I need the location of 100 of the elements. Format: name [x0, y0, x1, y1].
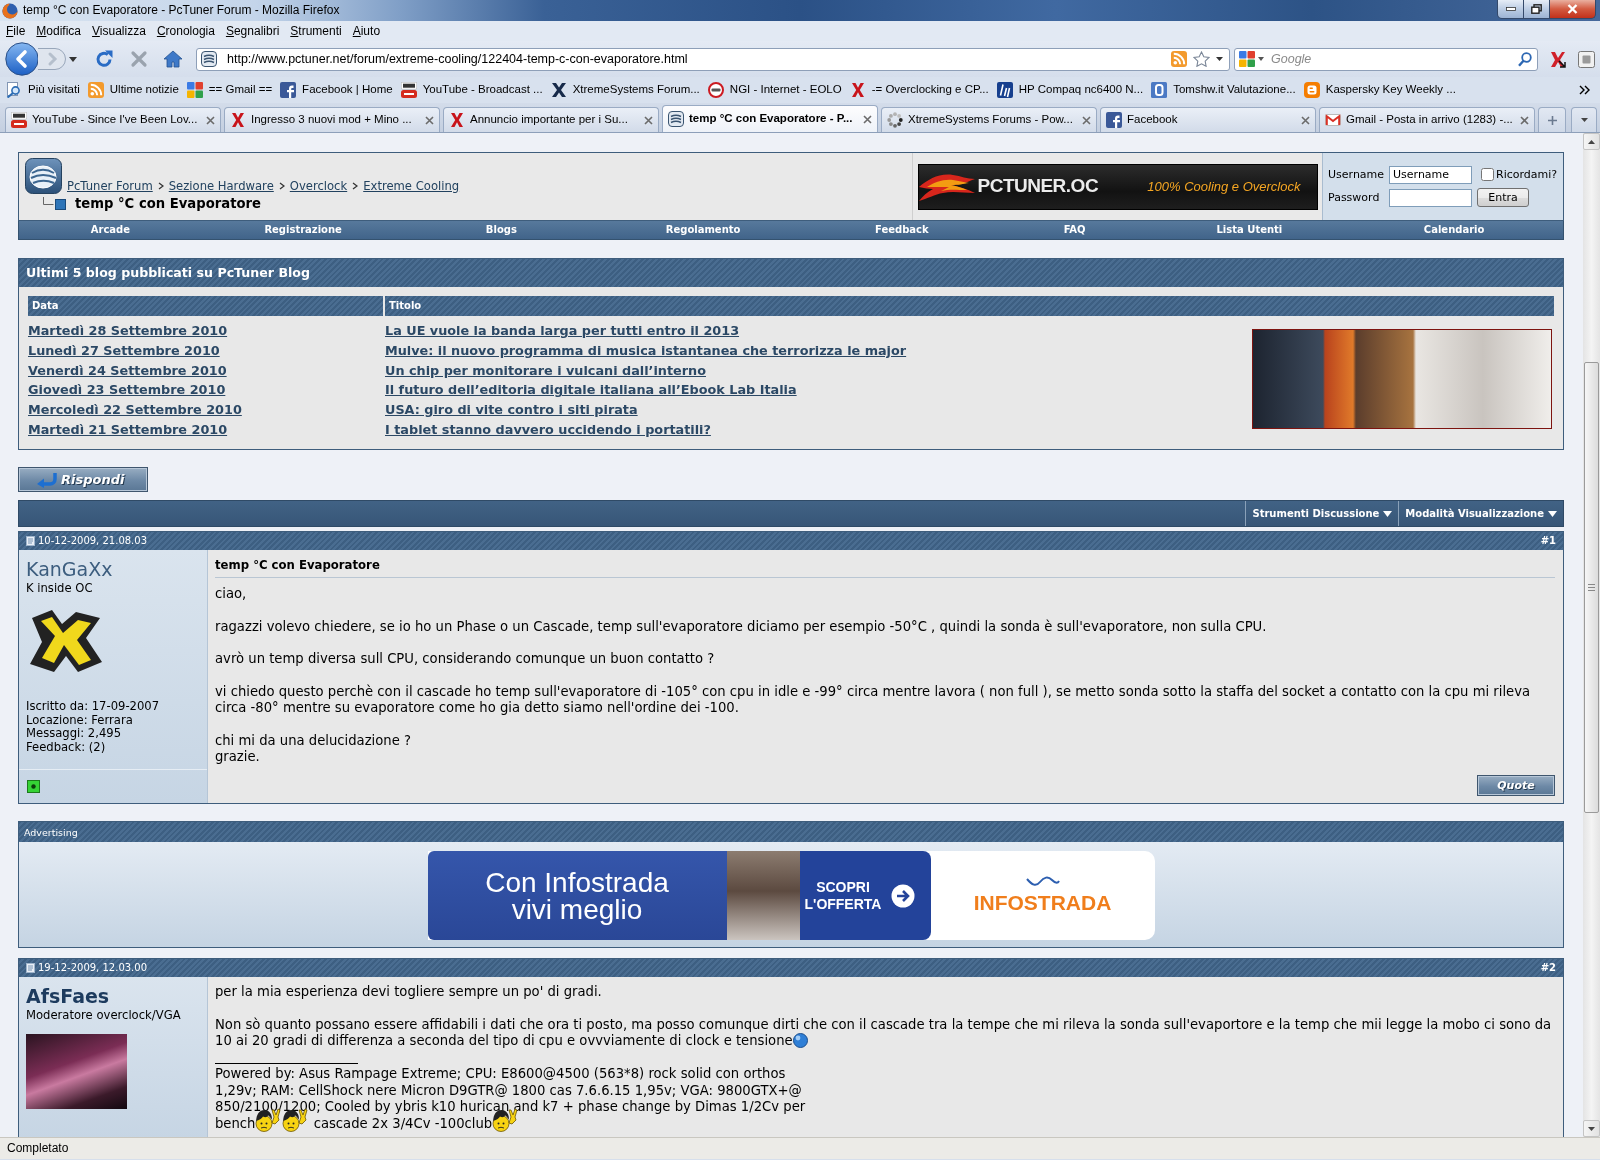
address-field[interactable]: http://www.pctuner.net/forum/extreme-cooling/122404-temp-c-con-evaporatore.html: [223, 51, 1165, 67]
house-icon[interactable]: [163, 50, 183, 68]
site-logo-icon[interactable]: [25, 158, 62, 194]
site-logo-icon: [201, 51, 217, 67]
bookmark-link[interactable]: Kaspersky Key Weekly ...: [1303, 82, 1456, 98]
user-detail: Feedback: (2): [26, 740, 106, 754]
menu-item[interactable]: File: [6, 23, 26, 39]
blog-link[interactable]: La UE vuole la banda larga per tutti entro il 2013: [385, 323, 740, 339]
bookmark-link[interactable]: == Gmail ==: [186, 82, 273, 98]
bookmark-link[interactable]: Facebook | Home: [280, 82, 393, 98]
post-number-link[interactable]: #2: [1540, 962, 1556, 975]
close-icon[interactable]: [425, 115, 434, 125]
nav-link[interactable]: Regolamento: [665, 224, 741, 236]
circular-arrow-icon[interactable]: [94, 49, 114, 69]
close-icon[interactable]: [1520, 115, 1529, 125]
browser-tab[interactable]: Annuncio importante per i Su...: [443, 107, 659, 132]
caret-icon[interactable]: [1258, 57, 1264, 61]
date-link[interactable]: Giovedì 23 Settembre 2010: [28, 382, 226, 398]
menu-item[interactable]: Strumenti: [290, 23, 342, 39]
scroll-up-button[interactable]: [1583, 133, 1600, 150]
double-chevron-icon[interactable]: [1579, 85, 1590, 95]
post-number-link[interactable]: #1: [1540, 535, 1556, 547]
colored-blocks-icon[interactable]: [1239, 51, 1255, 67]
browser-tab[interactable]: YouTube - Since I've Been Lov...: [5, 107, 221, 132]
close-icon[interactable]: [863, 114, 872, 124]
date-link[interactable]: Martedì 28 Settembre 2010: [28, 323, 228, 339]
square-logo-icon: [1151, 82, 1168, 98]
search-field[interactable]: Google: [1267, 51, 1515, 67]
dropdown-button[interactable]: Modalità Visualizzazione: [1398, 501, 1563, 526]
bookmark-link[interactable]: XtremeSystems Forum...: [550, 82, 700, 98]
menu-item[interactable]: Aiuto: [352, 23, 381, 39]
nav-link[interactable]: FAQ: [1063, 224, 1086, 236]
date-link[interactable]: Lunedì 27 Settembre 2010: [28, 342, 220, 359]
bookmark-link[interactable]: Ultime notizie: [87, 82, 179, 98]
close-icon[interactable]: [1301, 115, 1310, 125]
browser-tab[interactable]: Ingresso 3 nuovi mod + Mino ...: [224, 107, 440, 132]
breadcrumb-link[interactable]: Extreme Cooling: [363, 179, 460, 193]
ad-banner[interactable]: PCTUNER.OC 100% Cooling e Overclock: [917, 163, 1318, 210]
date-link[interactable]: Martedì 21 Settembre 2010: [28, 421, 228, 437]
nav-link[interactable]: Registrazione: [264, 224, 342, 236]
breadcrumb-link[interactable]: Sezione Hardware: [168, 179, 274, 193]
tab-list-button[interactable]: [1571, 107, 1597, 132]
browser-tab[interactable]: XtremeSystems Forums - Pow...: [881, 107, 1097, 132]
reply-button[interactable]: Rispondi: [18, 467, 148, 492]
username-link[interactable]: AfsFaes: [26, 984, 110, 1009]
blog-link[interactable]: I tablet stanno davvero uccidendo i portatili?: [385, 421, 711, 437]
menu-item[interactable]: Modifica: [36, 23, 82, 39]
nav-link[interactable]: Arcade: [90, 224, 130, 236]
address-bar[interactable]: http://www.pctuner.net/forum/extreme-cooling/122404-temp-c-con-evaporatore.html: [196, 47, 1230, 71]
menu-item[interactable]: Cronologia: [156, 23, 215, 39]
remember-checkbox[interactable]: [1481, 168, 1494, 181]
nav-link[interactable]: Blogs: [485, 224, 517, 236]
blog-link[interactable]: Un chip per monitorare i vulcani dall’interno: [385, 362, 706, 378]
blog-link[interactable]: USA: giro di vite contro i siti pirata: [385, 401, 638, 418]
blog-link[interactable]: Mulve: il nuovo programma di musica istantanea che terrorizza le major: [385, 342, 907, 359]
user-detail: Messaggi: 2,495: [26, 727, 122, 741]
star-icon[interactable]: [1193, 51, 1210, 67]
minimize-button[interactable]: [1497, 0, 1524, 19]
search-icon[interactable]: [1518, 51, 1532, 67]
browser-tab[interactable]: Facebook: [1100, 107, 1316, 132]
breadcrumb-link[interactable]: Overclock: [289, 179, 348, 193]
nav-link[interactable]: Calendario: [1423, 224, 1485, 236]
bookmark-link[interactable]: NGI - Internet - EOLO: [707, 82, 842, 98]
close-icon[interactable]: [1082, 115, 1091, 125]
bookmark-link[interactable]: YouTube - Broadcast ...: [400, 82, 543, 98]
bookmark-link[interactable]: Più visitati: [6, 82, 80, 98]
breadcrumb-link[interactable]: PcTuner Forum: [67, 179, 153, 193]
caret-icon[interactable]: [69, 56, 77, 62]
bookmark-link[interactable]: Tomshw.it Valutazione...: [1151, 82, 1296, 98]
username-field[interactable]: Username: [1389, 165, 1472, 184]
date-link[interactable]: Mercoledì 22 Settembre 2010: [28, 401, 242, 418]
date-link[interactable]: Venerdì 24 Settembre 2010: [28, 362, 227, 378]
menu-item[interactable]: Visualizza: [92, 23, 146, 39]
ad-banner[interactable]: Con Infostrada vivi meglio SCOPRI L'OFFERTA INFOSTRADA: [427, 851, 1155, 941]
browser-tab[interactable]: Gmail - Posta in arrivo (1283) -...: [1319, 107, 1535, 132]
scroll-down-button[interactable]: [1583, 1120, 1600, 1137]
scrollbar-thumb[interactable]: [1584, 362, 1599, 813]
menu-item[interactable]: Segnalibri: [225, 23, 280, 39]
new-tab-button[interactable]: [1538, 107, 1566, 132]
blog-link[interactable]: Il futuro dell’editoria digitale italiana all’Ebook Lab Italia: [385, 382, 797, 398]
rss-icon[interactable]: [1171, 51, 1187, 67]
username-link[interactable]: KanGaXx: [26, 557, 113, 581]
password-field[interactable]: [1389, 188, 1472, 207]
search-bar[interactable]: Google: [1234, 47, 1538, 71]
bookmark-link[interactable]: -= Overclocking e CP...: [849, 82, 989, 98]
close-button[interactable]: [1550, 0, 1596, 19]
maximize-button[interactable]: [1524, 0, 1550, 19]
login-button[interactable]: Entra: [1477, 188, 1529, 207]
bookmark-link[interactable]: HP Compaq nc6400 N...: [996, 82, 1144, 98]
nav-link[interactable]: Feedback: [875, 224, 929, 236]
square-tile-icon[interactable]: [1578, 50, 1595, 68]
close-icon[interactable]: [644, 115, 653, 125]
browser-tab[interactable]: temp °C con Evaporatore - P...: [662, 105, 878, 132]
x-arrow-icon[interactable]: [1549, 50, 1566, 68]
caret-icon[interactable]: [1216, 57, 1223, 61]
dropdown-button[interactable]: Strumenti Discussione: [1245, 501, 1399, 526]
nav-link[interactable]: Lista Utenti: [1216, 224, 1283, 236]
colored-blocks-icon: [186, 82, 203, 98]
user-detail: Locazione: Ferrara: [26, 713, 133, 727]
close-icon[interactable]: [206, 115, 215, 125]
